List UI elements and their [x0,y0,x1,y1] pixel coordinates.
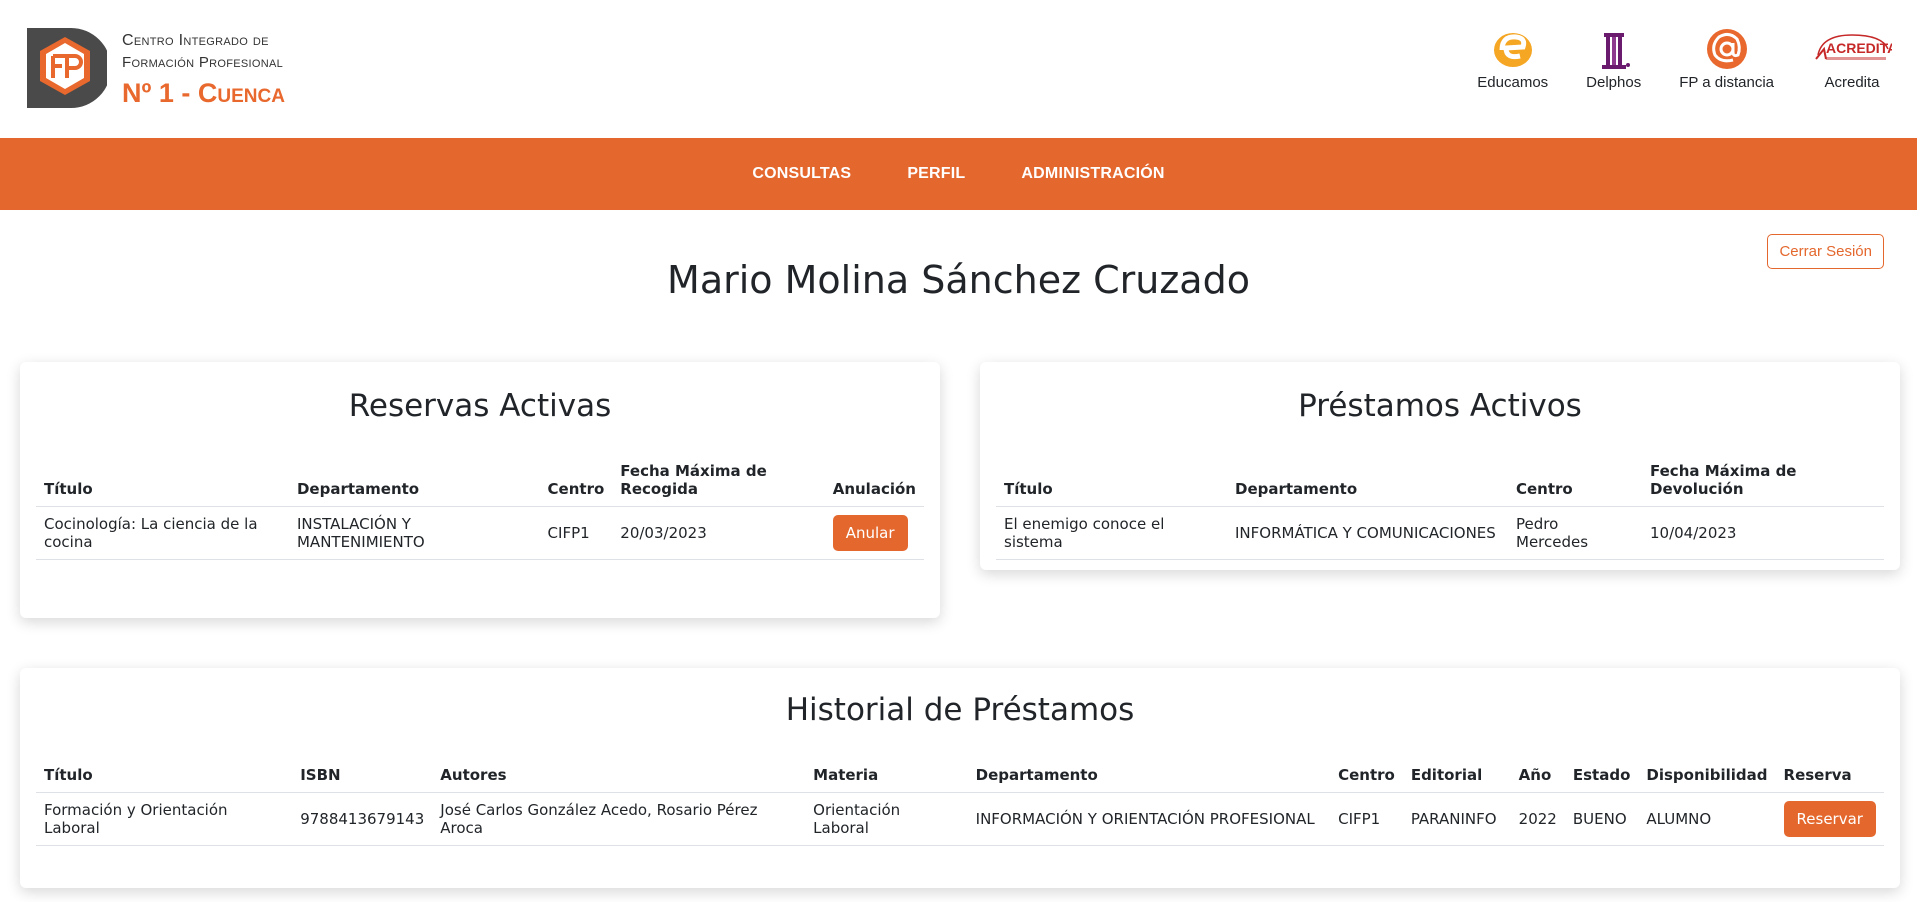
active-reservations-table: Título Departamento Centro Fecha Máxima … [36,454,924,560]
table-header-row: Título Departamento Centro Fecha Máxima … [996,454,1884,507]
main-nav: CONSULTAS PERFIL ADMINISTRACIÓN [0,138,1917,210]
cell-estado: BUENO [1564,792,1639,846]
fp-distancia-icon [1703,26,1751,72]
active-loans-title: Préstamos Activos [1298,388,1582,424]
cell-fecha: 10/04/2023 [1642,506,1884,560]
column-header-estado: Estado [1564,758,1639,793]
acredita-logo-text: ACREDITA [1826,40,1892,56]
cifp-logo-icon[interactable] [27,28,107,108]
active-reservations-title: Reservas Activas [348,388,612,424]
cell-titulo: El enemigo conoce el sistema [996,506,1227,560]
column-header-centro: Centro [539,454,613,507]
cell-editorial: PARANINFO [1402,792,1511,846]
delphos-label: Delphos [1586,74,1642,91]
cell-disponibilidad: ALUMNO [1638,792,1776,846]
column-header-centro: Centro [1330,758,1403,793]
cell-titulo: Cocinología: La ciencia de la cocina [36,506,289,560]
school-name-line2: Formación Profesional [122,54,284,71]
column-header-reserva: Reserva [1775,758,1884,793]
nav-item-consultas[interactable]: CONSULTAS [752,165,851,183]
column-header-departamento: Departamento [1227,454,1508,507]
loan-history-card: Historial de Préstamos Título ISBN Autor… [20,668,1900,888]
school-name-line1: Centro Integrado de [122,32,269,49]
site-header: Centro Integrado de Formación Profesiona… [0,0,1917,138]
active-loans-card: Préstamos Activos Título Departamento Ce… [980,362,1900,570]
active-reservations-card: Reservas Activas Título Departamento Cen… [20,362,940,618]
delphos-icon [1590,26,1638,72]
column-header-disponibilidad: Disponibilidad [1638,758,1776,793]
delphos-link[interactable]: Delphos [1586,26,1641,91]
nav-item-administracion[interactable]: ADMINISTRACIÓN [1021,165,1164,183]
column-header-anio: Año [1510,758,1565,793]
acredita-icon: ACREDITA [1812,26,1892,72]
table-row: Formación y Orientación Laboral 97884136… [36,792,1884,846]
reserve-button[interactable]: Reservar [1783,801,1876,837]
column-header-autores: Autores [432,758,806,793]
fp-distancia-link[interactable]: FP a distancia [1679,26,1774,91]
cell-fecha: 20/03/2023 [612,506,825,560]
cell-centro: Pedro Mercedes [1508,506,1642,560]
educamos-label: Educamos [1477,74,1549,91]
table-header-row: Título ISBN Autores Materia Departamento… [36,758,1884,793]
user-name-heading: Mario Molina Sánchez Cruzado [667,258,1250,302]
fp-distancia-label: FP a distancia [1679,74,1774,91]
column-header-departamento: Departamento [288,454,540,507]
school-name: Centro Integrado de Formación Profesiona… [122,30,285,110]
cell-materia: Orientación Laboral [805,792,968,846]
column-header-titulo: Título [36,454,289,507]
column-header-materia: Materia [805,758,968,793]
column-header-fecha-recogida: Fecha Máxima de Recogida [612,454,825,507]
school-name-line3: Nº 1 - Cuenca [122,78,285,108]
column-header-editorial: Editorial [1402,758,1511,793]
acredita-link[interactable]: ACREDITA Acredita [1812,26,1892,91]
column-header-anulacion: Anulación [824,454,924,507]
column-header-titulo: Título [996,454,1227,507]
cell-departamento: INFORMÁTICA Y COMUNICACIONES [1227,506,1508,560]
cell-reserva: Reservar [1775,792,1884,846]
column-header-departamento: Departamento [967,758,1331,793]
cell-anulacion: Anular [824,506,924,560]
educamos-icon [1489,26,1537,72]
loan-history-title: Historial de Préstamos [785,692,1135,728]
cell-autores: José Carlos González Acedo, Rosario Pére… [432,792,806,846]
active-loans-table: Título Departamento Centro Fecha Máxima … [996,454,1884,560]
column-header-titulo: Título [36,758,293,793]
cell-centro: CIFP1 [1330,792,1403,846]
cell-anio: 2022 [1510,792,1565,846]
nav-item-perfil[interactable]: PERFIL [907,165,965,183]
table-header-row: Título Departamento Centro Fecha Máxima … [36,454,924,507]
column-header-fecha-devolucion: Fecha Máxima de Devolución [1642,454,1884,507]
column-header-isbn: ISBN [292,758,433,793]
table-row: Cocinología: La ciencia de la cocina INS… [36,506,924,560]
external-links: Educamos Delphos FP a distancia ACREDITA… [1477,26,1892,91]
cell-departamento: INSTALACIÓN Y MANTENIMIENTO [288,506,540,560]
cell-isbn: 9788413679143 [292,792,433,846]
educamos-link[interactable]: Educamos [1477,26,1548,91]
cancel-reservation-button[interactable]: Anular [832,515,908,551]
acredita-label: Acredita [1824,74,1880,91]
loan-history-table: Título ISBN Autores Materia Departamento… [36,758,1884,846]
cell-titulo: Formación y Orientación Laboral [36,792,293,846]
cell-centro: CIFP1 [539,506,613,560]
cell-departamento: INFORMACIÓN Y ORIENTACIÓN PROFESIONAL [967,792,1331,846]
table-row: El enemigo conoce el sistema INFORMÁTICA… [996,506,1884,560]
column-header-centro: Centro [1508,454,1642,507]
